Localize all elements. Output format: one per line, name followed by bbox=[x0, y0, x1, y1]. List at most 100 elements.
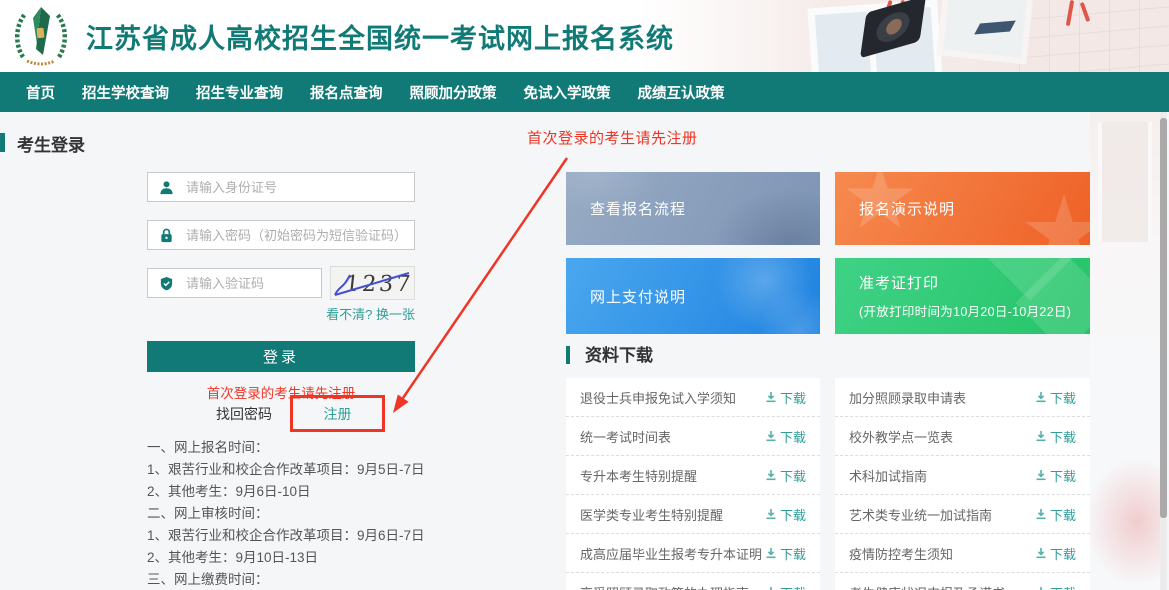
campus-photo bbox=[640, 0, 1169, 72]
download-label: 下载 bbox=[780, 388, 806, 407]
download-row: 成高应届毕业生报考专升本证明 下载 bbox=[566, 534, 820, 573]
download-link[interactable]: 下载 bbox=[1035, 388, 1076, 407]
star-decoration bbox=[1024, 194, 1090, 245]
download-row: 校外教学点一览表 下载 bbox=[835, 417, 1090, 456]
download-link[interactable]: 下载 bbox=[765, 583, 806, 590]
schedule-notice: 一、网上报名时间： 1、艰苦行业和校企合作改革项目：9月5日-7日 2、其他考生… bbox=[147, 437, 477, 590]
download-item-label: 统一考试时间表 bbox=[580, 427, 671, 446]
notice-line: 1、艰苦行业和校企合作改革项目：9月6日-7日 bbox=[147, 525, 477, 547]
main-nav: 首页 招生学校查询 招生专业查询 报名点查询 照顾加分政策 免试入学政策 成绩互… bbox=[0, 72, 1169, 112]
section-accent-bar bbox=[566, 346, 570, 364]
card-demo-instructions[interactable]: 报名演示说明 bbox=[835, 172, 1090, 245]
download-icon bbox=[765, 586, 777, 590]
register-highlight-box: 注册 bbox=[290, 395, 385, 432]
download-item-label: 医学类专业考生特别提醒 bbox=[580, 505, 723, 524]
download-link[interactable]: 下载 bbox=[765, 466, 806, 485]
register-link[interactable]: 注册 bbox=[324, 404, 352, 424]
password-field bbox=[147, 220, 415, 250]
nav-item-bonus-policy[interactable]: 照顾加分政策 bbox=[410, 82, 497, 103]
password-input[interactable] bbox=[147, 220, 415, 250]
page: 江苏省成人高校招生全国统一考试网上报名系统 首页 招生学校查询 招生专业查询 报… bbox=[0, 0, 1169, 590]
captcha-refresh-link[interactable]: 看不清? 换一张 bbox=[147, 304, 415, 323]
download-icon bbox=[1035, 391, 1047, 403]
nav-item-exemption-policy[interactable]: 免试入学政策 bbox=[524, 82, 611, 103]
download-icon bbox=[765, 430, 777, 442]
download-link[interactable]: 下载 bbox=[1035, 427, 1076, 446]
nav-item-score-policy[interactable]: 成绩互认政策 bbox=[638, 82, 725, 103]
download-link[interactable]: 下载 bbox=[1035, 505, 1076, 524]
download-link[interactable]: 下载 bbox=[1035, 583, 1076, 590]
download-item-label: 退役士兵申报免试入学须知 bbox=[580, 388, 736, 407]
notice-line: 一、网上报名时间： bbox=[147, 437, 477, 459]
notice-line: 2、其他考生：9月10日-13日 bbox=[147, 547, 477, 569]
forgot-password-link[interactable]: 找回密码 bbox=[216, 404, 272, 424]
download-icon bbox=[765, 391, 777, 403]
download-icon bbox=[1035, 430, 1047, 442]
download-icon bbox=[765, 508, 777, 520]
id-number-input[interactable] bbox=[147, 172, 415, 202]
download-item-label: 校外教学点一览表 bbox=[849, 427, 953, 446]
download-row: 加分照顾录取申请表 下载 bbox=[835, 378, 1090, 417]
download-label: 下载 bbox=[780, 505, 806, 524]
download-label: 下载 bbox=[780, 466, 806, 485]
card-label: 报名演示说明 bbox=[859, 198, 955, 219]
id-number-field bbox=[147, 172, 415, 202]
download-row: 医学类专业考生特别提醒 下载 bbox=[566, 495, 820, 534]
card-view-process[interactable]: 查看报名流程 bbox=[566, 172, 820, 245]
notice-line: 2、其他考生：9月6日-10日 bbox=[147, 481, 477, 503]
site-title: 江苏省成人高校招生全国统一考试网上报名系统 bbox=[86, 0, 674, 72]
download-icon bbox=[1035, 469, 1047, 481]
download-row: 疫情防控考生须知 下载 bbox=[835, 534, 1090, 573]
notice-line: 三、网上缴费时间： bbox=[147, 569, 477, 590]
card-admission-ticket-print[interactable]: 准考证打印 (开放打印时间为10月20日-10月22日) bbox=[835, 258, 1090, 334]
download-icon bbox=[765, 547, 777, 559]
download-link[interactable]: 下载 bbox=[765, 388, 806, 407]
lock-icon bbox=[159, 228, 174, 243]
download-row: 考生健康状况申报及承诺书 下载 bbox=[835, 573, 1090, 590]
download-label: 下载 bbox=[780, 583, 806, 590]
download-link[interactable]: 下载 bbox=[765, 427, 806, 446]
download-row: 专升本考生特别提醒 下载 bbox=[566, 456, 820, 495]
download-item-label: 术科加试指南 bbox=[849, 466, 927, 485]
card-label: 查看报名流程 bbox=[590, 198, 686, 219]
login-section-title: 考生登录 bbox=[17, 131, 85, 156]
download-label: 下载 bbox=[1050, 583, 1076, 590]
download-label: 下载 bbox=[1050, 466, 1076, 485]
nav-item-site-query[interactable]: 报名点查询 bbox=[310, 82, 383, 103]
download-link[interactable]: 下载 bbox=[1035, 544, 1076, 563]
download-item-label: 考生健康状况申报及承诺书 bbox=[849, 583, 1005, 590]
download-item-label: 加分照顾录取申请表 bbox=[849, 388, 966, 407]
shield-check-icon bbox=[159, 276, 174, 291]
download-link[interactable]: 下载 bbox=[1035, 466, 1076, 485]
login-button[interactable]: 登录 bbox=[147, 341, 415, 372]
download-item-label: 专升本考生特别提醒 bbox=[580, 466, 697, 485]
background-photo-strip bbox=[1090, 112, 1160, 590]
captcha-text: 1237 bbox=[344, 272, 414, 297]
download-item-label: 疫情防控考生须知 bbox=[849, 544, 953, 563]
download-icon bbox=[765, 469, 777, 481]
downloads-right-column: 加分照顾录取申请表 下载 校外教学点一览表 下载 术科加试指南 下载 艺术类专业… bbox=[835, 378, 1090, 590]
download-label: 下载 bbox=[1050, 505, 1076, 524]
building-wall bbox=[1019, 0, 1169, 72]
captcha-image[interactable]: 1237 bbox=[330, 266, 415, 300]
nav-item-school-query[interactable]: 招生学校查询 bbox=[82, 82, 169, 103]
nav-item-major-query[interactable]: 招生专业查询 bbox=[196, 82, 283, 103]
nav-item-home[interactable]: 首页 bbox=[26, 82, 55, 103]
download-link[interactable]: 下载 bbox=[765, 544, 806, 563]
download-icon bbox=[1035, 508, 1047, 520]
download-label: 下载 bbox=[780, 544, 806, 563]
downloads-left-column: 退役士兵申报免试入学须知 下载 统一考试时间表 下载 专升本考生特别提醒 下载 … bbox=[566, 378, 820, 590]
card-payment-instructions[interactable]: 网上支付说明 bbox=[566, 258, 820, 334]
card-label: 准考证打印 bbox=[859, 272, 1090, 293]
download-label: 下载 bbox=[1050, 544, 1076, 563]
captcha-field bbox=[147, 268, 322, 298]
window-hint bbox=[1098, 122, 1152, 242]
downloads-section-title: 资料下载 bbox=[585, 341, 653, 366]
scrollbar-track bbox=[1160, 112, 1167, 590]
download-link[interactable]: 下载 bbox=[765, 505, 806, 524]
download-item-label: 成高应届毕业生报考专升本证明 bbox=[580, 544, 762, 563]
header: 江苏省成人高校招生全国统一考试网上报名系统 bbox=[0, 0, 1169, 72]
register-annotation-text: 首次登录的考生请先注册 bbox=[527, 127, 698, 148]
notice-line: 二、网上审核时间： bbox=[147, 503, 477, 525]
scrollbar-thumb[interactable] bbox=[1160, 118, 1167, 518]
